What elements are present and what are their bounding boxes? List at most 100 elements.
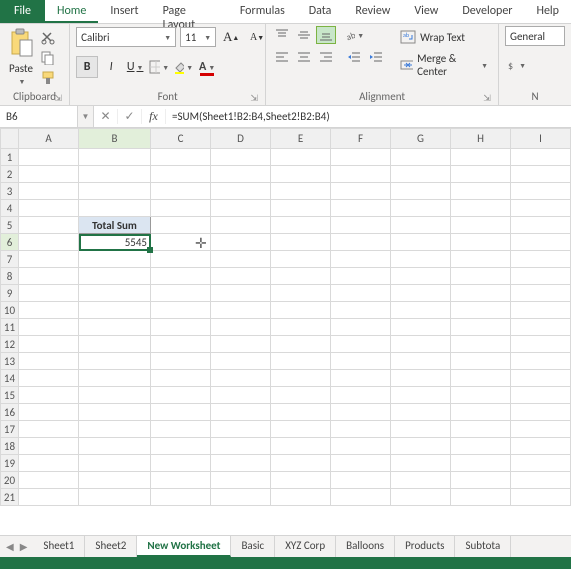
cell[interactable] [271, 438, 331, 455]
sheet-tab[interactable]: New Worksheet [137, 536, 231, 557]
sheet-tab[interactable]: XYZ Corp [275, 536, 336, 557]
cell[interactable] [271, 149, 331, 166]
cell[interactable] [151, 251, 211, 268]
cell[interactable] [331, 251, 391, 268]
font-color-button[interactable]: A▼ [196, 56, 218, 78]
cell[interactable] [19, 149, 79, 166]
cell[interactable] [151, 336, 211, 353]
increase-indent-icon[interactable] [366, 48, 386, 66]
cell[interactable] [79, 200, 151, 217]
align-left-icon[interactable] [272, 48, 292, 66]
cell[interactable] [511, 166, 571, 183]
cell[interactable] [211, 438, 271, 455]
cell[interactable] [79, 438, 151, 455]
row-header[interactable]: 18 [1, 438, 19, 455]
tab-home[interactable]: Home [45, 0, 98, 23]
col-header[interactable]: B [79, 129, 151, 149]
row-header[interactable]: 21 [1, 489, 19, 506]
cell[interactable] [19, 285, 79, 302]
cell[interactable] [451, 472, 511, 489]
cell[interactable] [19, 387, 79, 404]
cell[interactable] [211, 336, 271, 353]
cell[interactable] [391, 285, 451, 302]
cell[interactable] [451, 438, 511, 455]
cell[interactable] [211, 166, 271, 183]
cell[interactable] [211, 404, 271, 421]
cell[interactable] [511, 302, 571, 319]
cell[interactable] [511, 268, 571, 285]
cell[interactable] [391, 217, 451, 234]
increase-font-icon[interactable]: A▲ [220, 26, 242, 48]
cell[interactable] [79, 285, 151, 302]
cell[interactable] [79, 489, 151, 506]
cell[interactable] [511, 370, 571, 387]
cell[interactable] [391, 336, 451, 353]
cell[interactable] [211, 268, 271, 285]
cell[interactable] [151, 421, 211, 438]
col-header[interactable]: F [331, 129, 391, 149]
row-header[interactable]: 7 [1, 251, 19, 268]
cell[interactable] [19, 455, 79, 472]
cell[interactable] [511, 285, 571, 302]
font-launcher-icon[interactable]: ⇲ [249, 93, 259, 103]
cell[interactable] [211, 319, 271, 336]
cell[interactable] [151, 234, 211, 251]
cell[interactable] [79, 302, 151, 319]
row-header[interactable]: 20 [1, 472, 19, 489]
spreadsheet-grid[interactable]: A B C D E F G H I 12345Total Sum65545789… [0, 128, 571, 506]
cell[interactable] [451, 319, 511, 336]
cell[interactable] [451, 183, 511, 200]
cell[interactable] [391, 234, 451, 251]
cell[interactable] [151, 302, 211, 319]
cell[interactable] [19, 234, 79, 251]
cell[interactable] [391, 455, 451, 472]
cell[interactable] [391, 319, 451, 336]
cell[interactable] [391, 438, 451, 455]
cell[interactable] [19, 183, 79, 200]
cell[interactable] [511, 455, 571, 472]
cell[interactable] [331, 302, 391, 319]
cell[interactable] [271, 336, 331, 353]
col-header[interactable]: C [151, 129, 211, 149]
col-header[interactable]: G [391, 129, 451, 149]
cell[interactable] [79, 387, 151, 404]
cell[interactable] [511, 200, 571, 217]
cell[interactable] [19, 370, 79, 387]
col-header[interactable]: E [271, 129, 331, 149]
cell[interactable] [271, 166, 331, 183]
cell[interactable] [451, 421, 511, 438]
tab-review[interactable]: Review [343, 0, 402, 23]
cell[interactable] [79, 421, 151, 438]
cell[interactable] [19, 336, 79, 353]
cell[interactable] [391, 183, 451, 200]
cell[interactable] [79, 455, 151, 472]
cell[interactable] [211, 217, 271, 234]
cell[interactable] [79, 404, 151, 421]
cell[interactable] [331, 421, 391, 438]
cell[interactable] [211, 370, 271, 387]
cell[interactable] [271, 421, 331, 438]
cell[interactable] [511, 319, 571, 336]
cell[interactable] [19, 353, 79, 370]
cell[interactable] [151, 149, 211, 166]
cell[interactable] [391, 353, 451, 370]
cell[interactable] [19, 489, 79, 506]
cell[interactable] [331, 336, 391, 353]
cell[interactable] [391, 472, 451, 489]
sheet-tab[interactable]: Basic [231, 536, 275, 557]
cell[interactable] [211, 489, 271, 506]
cell[interactable] [271, 302, 331, 319]
cell[interactable] [211, 200, 271, 217]
cell[interactable] [79, 251, 151, 268]
number-format-select[interactable]: General [505, 26, 565, 46]
cell[interactable] [19, 200, 79, 217]
cell[interactable] [511, 404, 571, 421]
tab-developer[interactable]: Developer [450, 0, 524, 23]
cell[interactable] [211, 421, 271, 438]
cell[interactable] [511, 217, 571, 234]
cell[interactable] [151, 183, 211, 200]
name-box-dropdown-icon[interactable]: ▼ [78, 106, 94, 127]
cell[interactable] [391, 302, 451, 319]
cell[interactable] [331, 234, 391, 251]
cell[interactable] [331, 149, 391, 166]
